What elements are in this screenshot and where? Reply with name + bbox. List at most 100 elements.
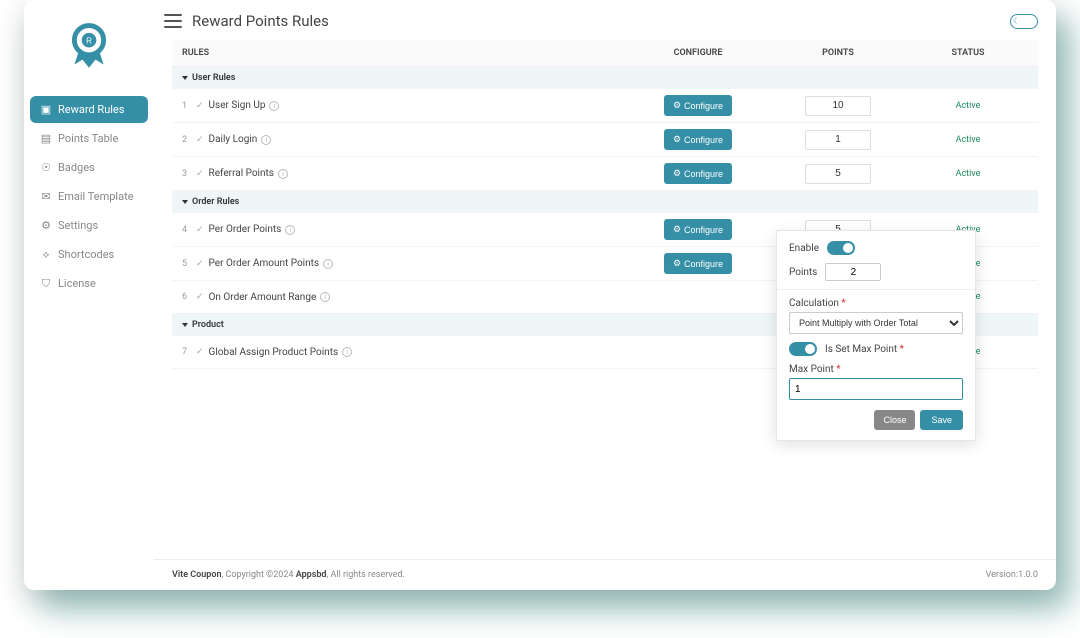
row-num: 4 — [182, 225, 196, 235]
check-icon: ✓ — [196, 292, 204, 302]
maxpoint-toggle-label: Is Set Max Point * — [825, 344, 904, 355]
info-icon[interactable]: i — [269, 101, 279, 111]
rule-name: User Sign Upi — [209, 100, 628, 111]
rule-name: On Order Amount Rangei — [209, 292, 628, 303]
status-badge: Active — [908, 169, 1028, 179]
nav-label: Points Table — [58, 132, 118, 145]
rule-name: Per Order Pointsi — [209, 224, 628, 235]
version-text: Version:1.0.0 — [986, 570, 1038, 580]
sidebar-item-shortcodes[interactable]: ⟡Shortcodes — [30, 241, 148, 268]
points-input[interactable] — [805, 130, 871, 150]
info-icon[interactable]: i — [285, 225, 295, 235]
theme-toggle[interactable] — [1010, 14, 1038, 29]
gear-icon: ⚙ — [673, 134, 681, 145]
mail-icon: ✉ — [40, 191, 52, 203]
maxpoint-field[interactable] — [789, 378, 963, 400]
info-icon[interactable]: i — [261, 135, 271, 145]
gear-icon: ⚙ — [673, 168, 681, 179]
svg-text:R: R — [86, 36, 92, 45]
col-status: STATUS — [908, 48, 1028, 58]
check-icon: ✓ — [196, 169, 204, 179]
row-num: 7 — [182, 347, 196, 357]
col-points: POINTS — [768, 48, 908, 58]
info-icon[interactable]: i — [342, 347, 352, 357]
sidebar-item-email-template[interactable]: ✉ Email Template — [30, 183, 148, 210]
caret-down-icon — [182, 323, 188, 327]
sidebar-item-settings[interactable]: ⚙ Settings — [30, 212, 148, 239]
row-num: 3 — [182, 169, 196, 179]
table-header: RULES CONFIGURE POINTS STATUS — [172, 40, 1038, 67]
points-label: Points — [789, 267, 817, 278]
configure-popover: Enable Points Calculation * Point Multip… — [776, 230, 976, 441]
check-icon: ✓ — [196, 225, 204, 235]
row-num: 1 — [182, 101, 196, 111]
configure-button[interactable]: ⚙Configure — [664, 219, 732, 240]
points-field[interactable] — [825, 263, 881, 281]
configure-button[interactable]: ⚙Configure — [664, 253, 732, 274]
calculation-select[interactable]: Point Multiply with Order Total — [789, 312, 963, 334]
configure-button[interactable]: ⚙Configure — [664, 129, 732, 150]
divider — [777, 289, 975, 290]
sidebar-item-points-table[interactable]: ▤Points Table — [30, 125, 148, 152]
rule-name: Daily Logini — [209, 134, 628, 145]
rule-name: Referral Pointsi — [209, 168, 628, 179]
enable-label: Enable — [789, 243, 819, 254]
gear-icon: ⚙ — [673, 258, 681, 269]
code-icon: ⟡ — [40, 249, 52, 261]
row-num: 6 — [182, 292, 196, 302]
caret-down-icon — [182, 76, 188, 80]
nav-label: Badges — [58, 161, 95, 174]
table-row: 1✓ User Sign Upi ⚙Configure Active — [172, 89, 1038, 123]
footer-copy: Vite Coupon, Copyright ©2024 Appsbd, All… — [172, 570, 405, 580]
rule-name: Global Assign Product Pointsi — [209, 347, 628, 358]
status-badge: Active — [908, 101, 1028, 111]
row-num: 2 — [182, 135, 196, 145]
calculation-label: Calculation * — [789, 298, 963, 309]
nav-label: Email Template — [58, 190, 134, 203]
enable-toggle[interactable] — [827, 241, 855, 255]
app-window: R ▣ Reward Rules ▤Points Table ☉ Badges ✉ E… — [24, 0, 1056, 590]
points-input[interactable] — [805, 164, 871, 184]
save-button[interactable]: Save — [920, 410, 963, 430]
col-configure: CONFIGURE — [628, 48, 768, 58]
configure-button[interactable]: ⚙Configure — [664, 163, 732, 184]
sidebar-item-license[interactable]: ⛉ License — [30, 270, 148, 297]
caret-down-icon — [182, 200, 188, 204]
nav-label: Reward Rules — [58, 103, 124, 116]
sidebar-item-badges[interactable]: ☉ Badges — [30, 154, 148, 181]
menu-toggle-icon[interactable] — [164, 14, 182, 28]
status-badge: Active — [908, 135, 1028, 145]
info-icon[interactable]: i — [323, 259, 333, 269]
section-user-rules[interactable]: User Rules — [172, 67, 1038, 89]
page-title: Reward Points Rules — [192, 12, 329, 30]
sidebar-nav: ▣ Reward Rules ▤Points Table ☉ Badges ✉ Ema… — [30, 96, 148, 299]
gear-icon: ⚙ — [673, 100, 681, 111]
col-rules: RULES — [182, 48, 628, 58]
check-icon: ✓ — [196, 135, 204, 145]
list-icon: ▣ — [40, 104, 52, 116]
topbar: Reward Points Rules — [154, 0, 1056, 40]
check-icon: ✓ — [196, 101, 204, 111]
footer: Vite Coupon, Copyright ©2024 Appsbd, All… — [154, 559, 1056, 590]
table-row: 2✓ Daily Logini ⚙Configure Active — [172, 123, 1038, 157]
row-num: 5 — [182, 259, 196, 269]
maxpoint-label: Max Point * — [789, 364, 963, 375]
sidebar: R ▣ Reward Rules ▤Points Table ☉ Badges ✉ E… — [24, 0, 154, 590]
info-icon[interactable]: i — [320, 292, 330, 302]
nav-label: License — [58, 277, 96, 290]
configure-button[interactable]: ⚙Configure — [664, 95, 732, 116]
maxpoint-toggle[interactable] — [789, 342, 817, 356]
badge-icon: ☉ — [40, 162, 52, 174]
section-order-rules[interactable]: Order Rules — [172, 191, 1038, 213]
check-icon: ✓ — [196, 259, 204, 269]
gear-icon: ⚙ — [40, 220, 52, 232]
section-label: User Rules — [192, 73, 235, 83]
close-button[interactable]: Close — [874, 410, 915, 430]
info-icon[interactable]: i — [278, 169, 288, 179]
shield-icon: ⛉ — [40, 278, 52, 290]
points-input[interactable] — [805, 96, 871, 116]
nav-label: Settings — [58, 219, 98, 232]
rule-name: Per Order Amount Pointsi — [209, 258, 628, 269]
section-label: Order Rules — [192, 197, 239, 207]
sidebar-item-reward-rules[interactable]: ▣ Reward Rules — [30, 96, 148, 123]
